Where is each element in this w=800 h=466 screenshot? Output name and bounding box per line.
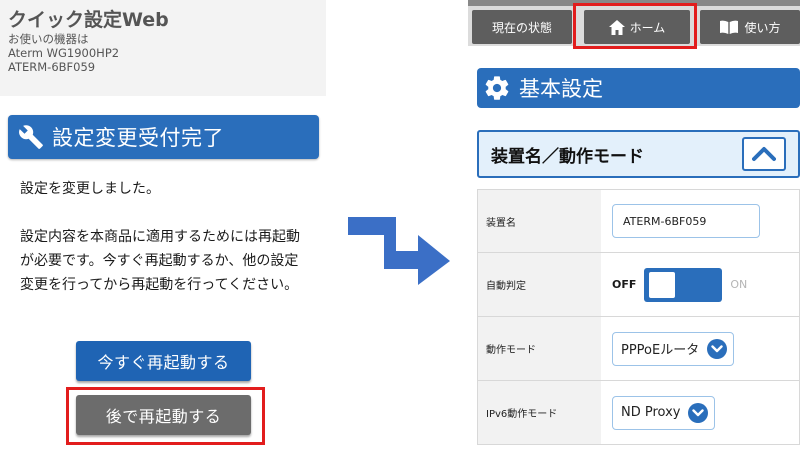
accordion-device-mode[interactable]: 装置名／動作モード [477, 130, 800, 178]
app-title: クイック設定Web [8, 9, 169, 31]
section-title-text: 設定変更受付完了 [52, 126, 224, 150]
chevron-up-icon [752, 146, 776, 162]
arrow-icon [348, 205, 458, 289]
row-label-operation-mode: 動作モード [478, 317, 601, 380]
highlight-home-tab [573, 3, 697, 49]
row-label-ipv6-mode: IPv6動作モード [478, 381, 601, 444]
tab-guide-label: 使い方 [744, 20, 781, 35]
accordion-collapse-button[interactable] [742, 137, 786, 171]
basic-settings-title: 基本設定 [477, 68, 800, 108]
table-row: 自動判定 OFF ON [477, 253, 800, 317]
chevron-down-icon [707, 338, 728, 359]
book-icon [719, 20, 739, 34]
device-model: Aterm WG1900HP2 [8, 46, 120, 60]
message-changed: 設定を変更しました。 [20, 181, 160, 197]
device-id: ATERM-6BF059 [8, 60, 96, 74]
ipv6-mode-value: ND Proxy [621, 405, 681, 420]
ipv6-mode-select[interactable]: ND Proxy [612, 395, 716, 430]
operation-mode-select[interactable]: PPPoEルータ [612, 331, 735, 366]
tab-status[interactable]: 現在の状態 [472, 10, 572, 44]
toggle-off-label: OFF [612, 278, 637, 291]
table-row: IPv6動作モード ND Proxy [477, 381, 800, 445]
gear-icon [483, 74, 511, 102]
toggle-knob [649, 271, 676, 298]
restart-now-button[interactable]: 今すぐ再起動する [76, 341, 251, 381]
tab-status-label: 現在の状態 [491, 20, 552, 35]
settings-table: 装置名 ATERM-6BF059 自動判定 OFF ON 動作モード PPPoE… [477, 189, 800, 445]
operation-mode-value: PPPoEルータ [621, 343, 700, 358]
highlight-restart-later [66, 387, 265, 445]
table-row: 装置名 ATERM-6BF059 [477, 189, 800, 253]
device-name-input[interactable]: ATERM-6BF059 [612, 204, 760, 238]
basic-settings-title-text: 基本設定 [519, 77, 603, 101]
row-label-auto-detect: 自動判定 [478, 253, 601, 316]
accordion-title: 装置名／動作モード [491, 146, 644, 167]
device-label: お使いの機器は [8, 32, 89, 46]
message-restart-needed: 設定内容を本商品に適用するためには再起動が必要です。今すぐ再起動するか、他の設定… [20, 229, 300, 293]
toggle-on-label: ON [730, 278, 748, 291]
table-row: 動作モード PPPoEルータ [477, 317, 800, 381]
chevron-down-icon [688, 402, 709, 423]
section-title-complete: 設定変更受付完了 [8, 115, 319, 159]
wrench-icon [18, 124, 44, 150]
left-header: クイック設定Web お使いの機器は Aterm WG1900HP2 ATERM-… [0, 0, 326, 96]
auto-detect-toggle[interactable] [644, 267, 723, 302]
tab-guide[interactable]: 使い方 [700, 10, 800, 44]
row-label-device-name: 装置名 [478, 190, 601, 252]
